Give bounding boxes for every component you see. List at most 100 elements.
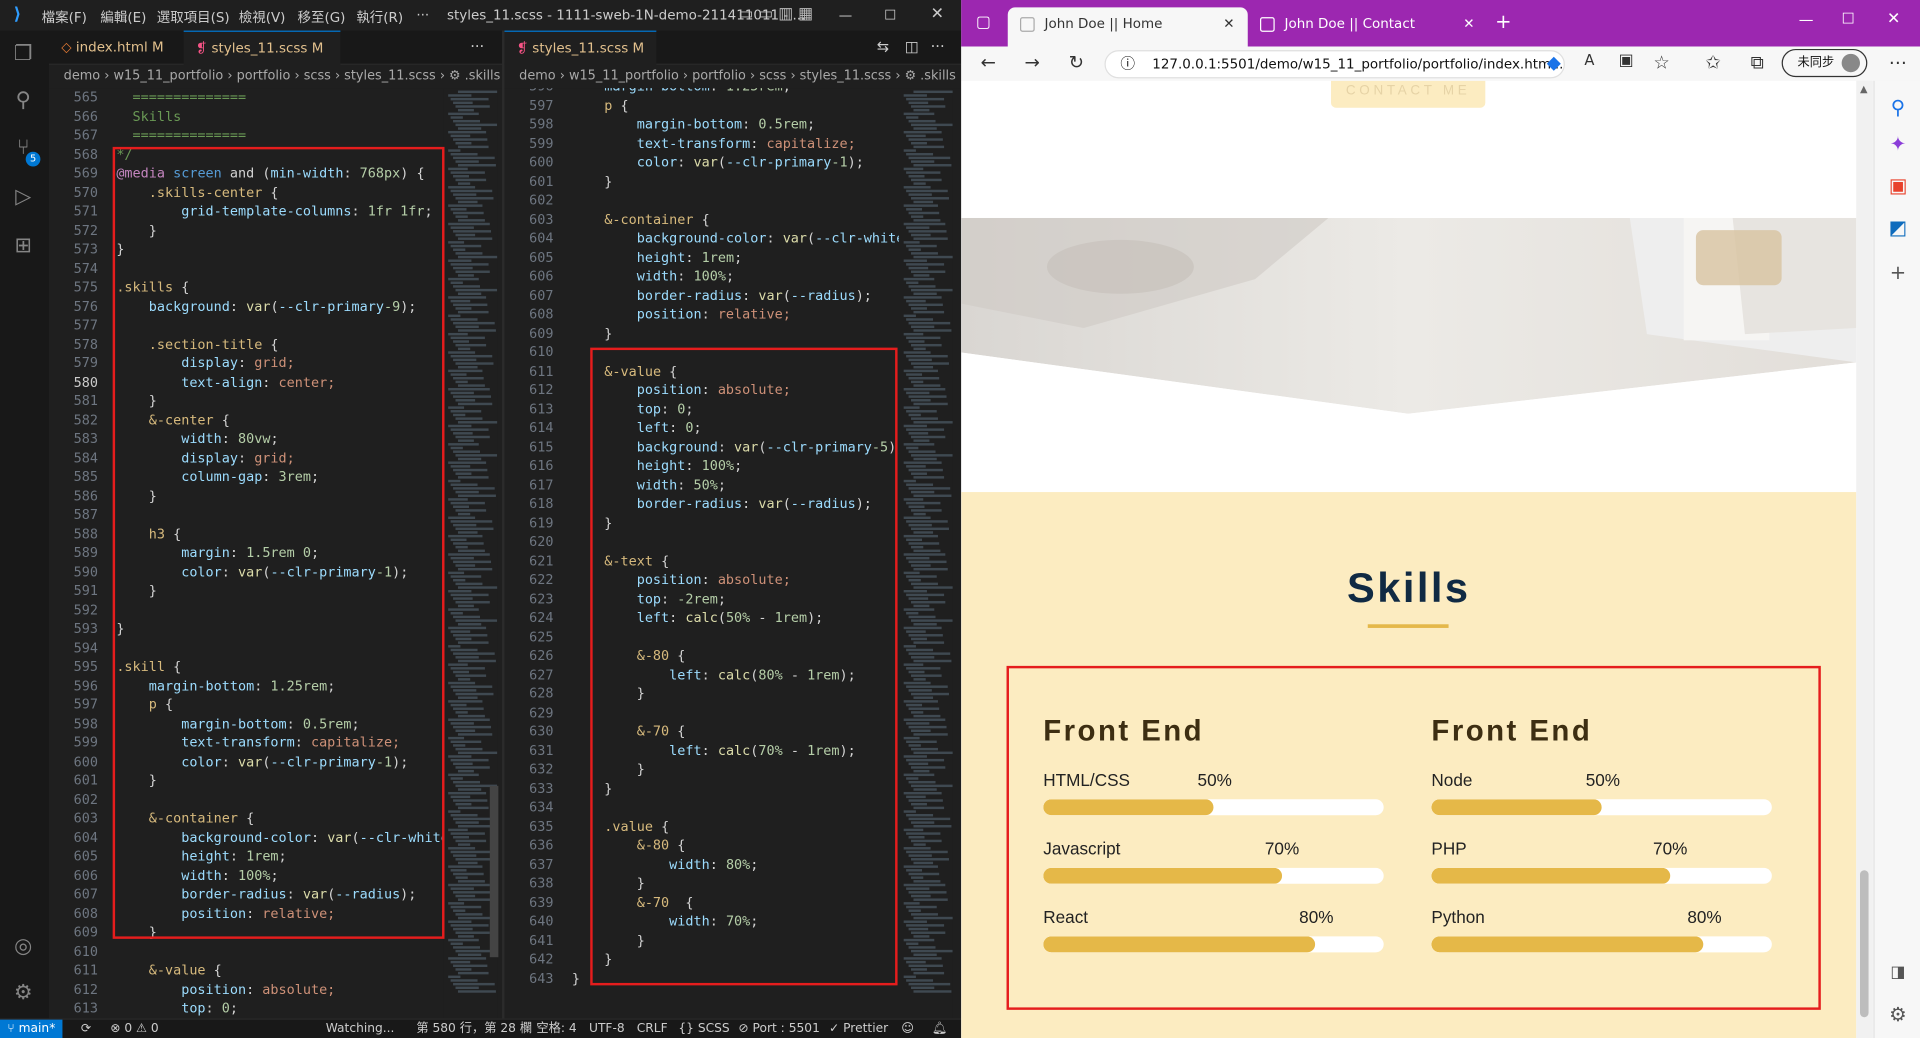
browser-tab-home[interactable]: John Doe || Home ✕ (1007, 7, 1248, 47)
code-line[interactable]: ​ (116, 600, 457, 619)
tab-close-icon[interactable]: ✕ (1223, 7, 1234, 41)
code-line[interactable]: &-80 { (572, 646, 913, 665)
refresh-icon[interactable]: ↻ (1064, 51, 1088, 73)
code-line[interactable]: grid-template-columns: 1fr 1fr; (116, 202, 457, 221)
code-line[interactable]: ​ (572, 343, 913, 362)
minimize-icon[interactable]: — (1799, 11, 1814, 28)
code-line[interactable]: } (572, 950, 913, 969)
code-line[interactable]: ============== (116, 88, 457, 107)
browser-tab-contact[interactable]: John Doe || Contact ✕ (1248, 7, 1488, 46)
code-line[interactable]: */ (116, 145, 457, 164)
code-line[interactable]: border-radius: var(--radius); (572, 286, 913, 305)
more-actions-icon[interactable]: ··· (931, 38, 945, 55)
code-line[interactable]: p { (116, 695, 457, 714)
code-line[interactable]: background: var(--clr-primary-5); (572, 438, 913, 457)
scroll-thumb[interactable] (1860, 870, 1869, 1018)
code-line[interactable]: ​ (116, 942, 457, 961)
code-line[interactable]: } (116, 221, 457, 240)
code-line[interactable]: border-radius: var(--radius); (572, 495, 913, 514)
code-line[interactable]: @media screen and (min-width: 768px) { (116, 164, 457, 183)
site-info-icon[interactable]: ⓘ (1120, 51, 1135, 77)
code-line[interactable]: background: var(--clr-primary-9); (116, 297, 457, 316)
code-line[interactable]: } (116, 392, 457, 411)
code-line[interactable]: width: 80%; (572, 855, 913, 874)
settings-gear-icon[interactable]: ⚙ (10, 979, 37, 1006)
indentation[interactable]: 空格: 4 (536, 1021, 576, 1038)
code-line[interactable]: width: 80vw; (116, 430, 457, 449)
code-line[interactable]: ​ (572, 191, 913, 210)
read-aloud-icon[interactable]: A (1577, 51, 1601, 68)
code-line[interactable]: &-container { (116, 809, 457, 828)
code-line[interactable]: position: relative; (116, 904, 457, 923)
encoding[interactable]: UTF-8 (589, 1021, 625, 1038)
watching-indicator[interactable]: Watching... (326, 1021, 395, 1038)
code-line[interactable]: &-80 { (572, 836, 913, 855)
tab-close-icon[interactable]: ✕ (1463, 7, 1474, 41)
code-line[interactable]: &-text { (572, 551, 913, 570)
search-icon[interactable]: ⚲ (10, 87, 37, 114)
code-line[interactable]: left: calc(70% - 1rem); (572, 741, 913, 760)
code-line[interactable]: } (572, 324, 913, 343)
menu-view[interactable]: 檢視(V) (239, 7, 286, 27)
maximize-icon[interactable]: ☐ (884, 7, 896, 23)
vscode-logo-icon[interactable]: ⟩ (13, 5, 21, 25)
language-mode[interactable]: {} SCSS (678, 1021, 729, 1038)
code-line[interactable]: Skills (116, 107, 457, 126)
more-menu-icon[interactable]: ⋯ (1886, 51, 1910, 73)
menu-more[interactable]: ··· (416, 7, 429, 23)
code-line[interactable]: &-70 { (572, 893, 913, 912)
code-line[interactable]: &-value { (116, 961, 457, 980)
app-available-icon[interactable]: ▣ (1614, 51, 1638, 69)
code-line[interactable]: top: -2rem; (572, 589, 913, 608)
extensions-icon[interactable]: ⊞ (10, 233, 37, 260)
code-line[interactable]: } (116, 581, 457, 600)
code-line[interactable]: ​ (116, 506, 457, 525)
sidebar-toggle-icon[interactable]: ◨ (1883, 958, 1912, 987)
code-line[interactable]: ​ (572, 703, 913, 722)
code-line[interactable]: } (116, 619, 457, 638)
tab-styles-scss-right[interactable]: ❡ styles_11.scss M × (504, 30, 657, 91)
code-line[interactable]: } (572, 684, 913, 703)
tab-actions-icon[interactable]: ▢ (976, 13, 991, 31)
outlook-icon[interactable]: ◩ (1883, 213, 1912, 242)
code-line[interactable]: margin-bottom: 1.25rem; (572, 88, 913, 96)
code-line[interactable]: margin-bottom: 1.25rem; (116, 676, 457, 695)
favorites-icon[interactable]: ✩ (1701, 51, 1725, 73)
code-line[interactable]: width: 70%; (572, 912, 913, 931)
problems-indicator[interactable]: ⊗ 0 ⚠ 0 (110, 1021, 159, 1038)
breadcrumb[interactable]: demo › w15_11_portfolio › portfolio › sc… (504, 64, 962, 89)
code-line[interactable]: color: var(--clr-primary-1); (116, 752, 457, 771)
minimap[interactable] (898, 88, 953, 1019)
copilot-icon[interactable]: ✦ (1883, 130, 1912, 159)
code-line[interactable]: left: 0; (572, 419, 913, 438)
code-line[interactable]: position: absolute; (116, 980, 457, 999)
prettier-indicator[interactable]: ✓ Prettier (829, 1021, 888, 1038)
menu-file[interactable]: 檔案(F) (42, 7, 87, 27)
code-line[interactable]: height: 100%; (572, 457, 913, 476)
code-line[interactable]: ​ (116, 316, 457, 335)
code-line[interactable]: &-container { (572, 210, 913, 229)
code-line[interactable]: width: 100%; (116, 866, 457, 885)
code-line[interactable]: position: absolute; (572, 381, 913, 400)
code-line[interactable]: background-color: var(--clr-white) (116, 828, 457, 847)
code-line[interactable]: margin-bottom: 0.5rem; (116, 714, 457, 733)
code-line[interactable]: ============== (116, 126, 457, 145)
code-line[interactable]: left: calc(50% - 1rem); (572, 608, 913, 627)
code-line[interactable]: text-transform: capitalize; (572, 134, 913, 153)
code-line[interactable]: } (116, 923, 457, 942)
code-area[interactable]: ============== Skills ============== */@m… (116, 88, 457, 1018)
code-line[interactable]: .skills { (116, 278, 457, 297)
explorer-icon[interactable]: ❐ (10, 40, 37, 67)
code-line[interactable]: display: grid; (116, 354, 457, 373)
code-line[interactable]: } (572, 779, 913, 798)
code-line[interactable]: left: calc(80% - 1rem); (572, 665, 913, 684)
code-line[interactable]: .value { (572, 817, 913, 836)
compare-icon[interactable]: ⇆ (877, 38, 889, 55)
contact-button[interactable]: CONTACT ME (1331, 80, 1486, 108)
code-line[interactable]: &-70 { (572, 722, 913, 741)
code-area[interactable]: margin-bottom: 1.25rem; p { margin-botto… (572, 88, 913, 988)
tab-styles-scss-left[interactable]: ❡ styles_11.scss M × (183, 30, 341, 91)
close-icon[interactable]: ✕ (931, 5, 944, 23)
page-scrollbar[interactable]: ▲ (1856, 80, 1873, 1038)
code-line[interactable]: &-value { (572, 362, 913, 381)
